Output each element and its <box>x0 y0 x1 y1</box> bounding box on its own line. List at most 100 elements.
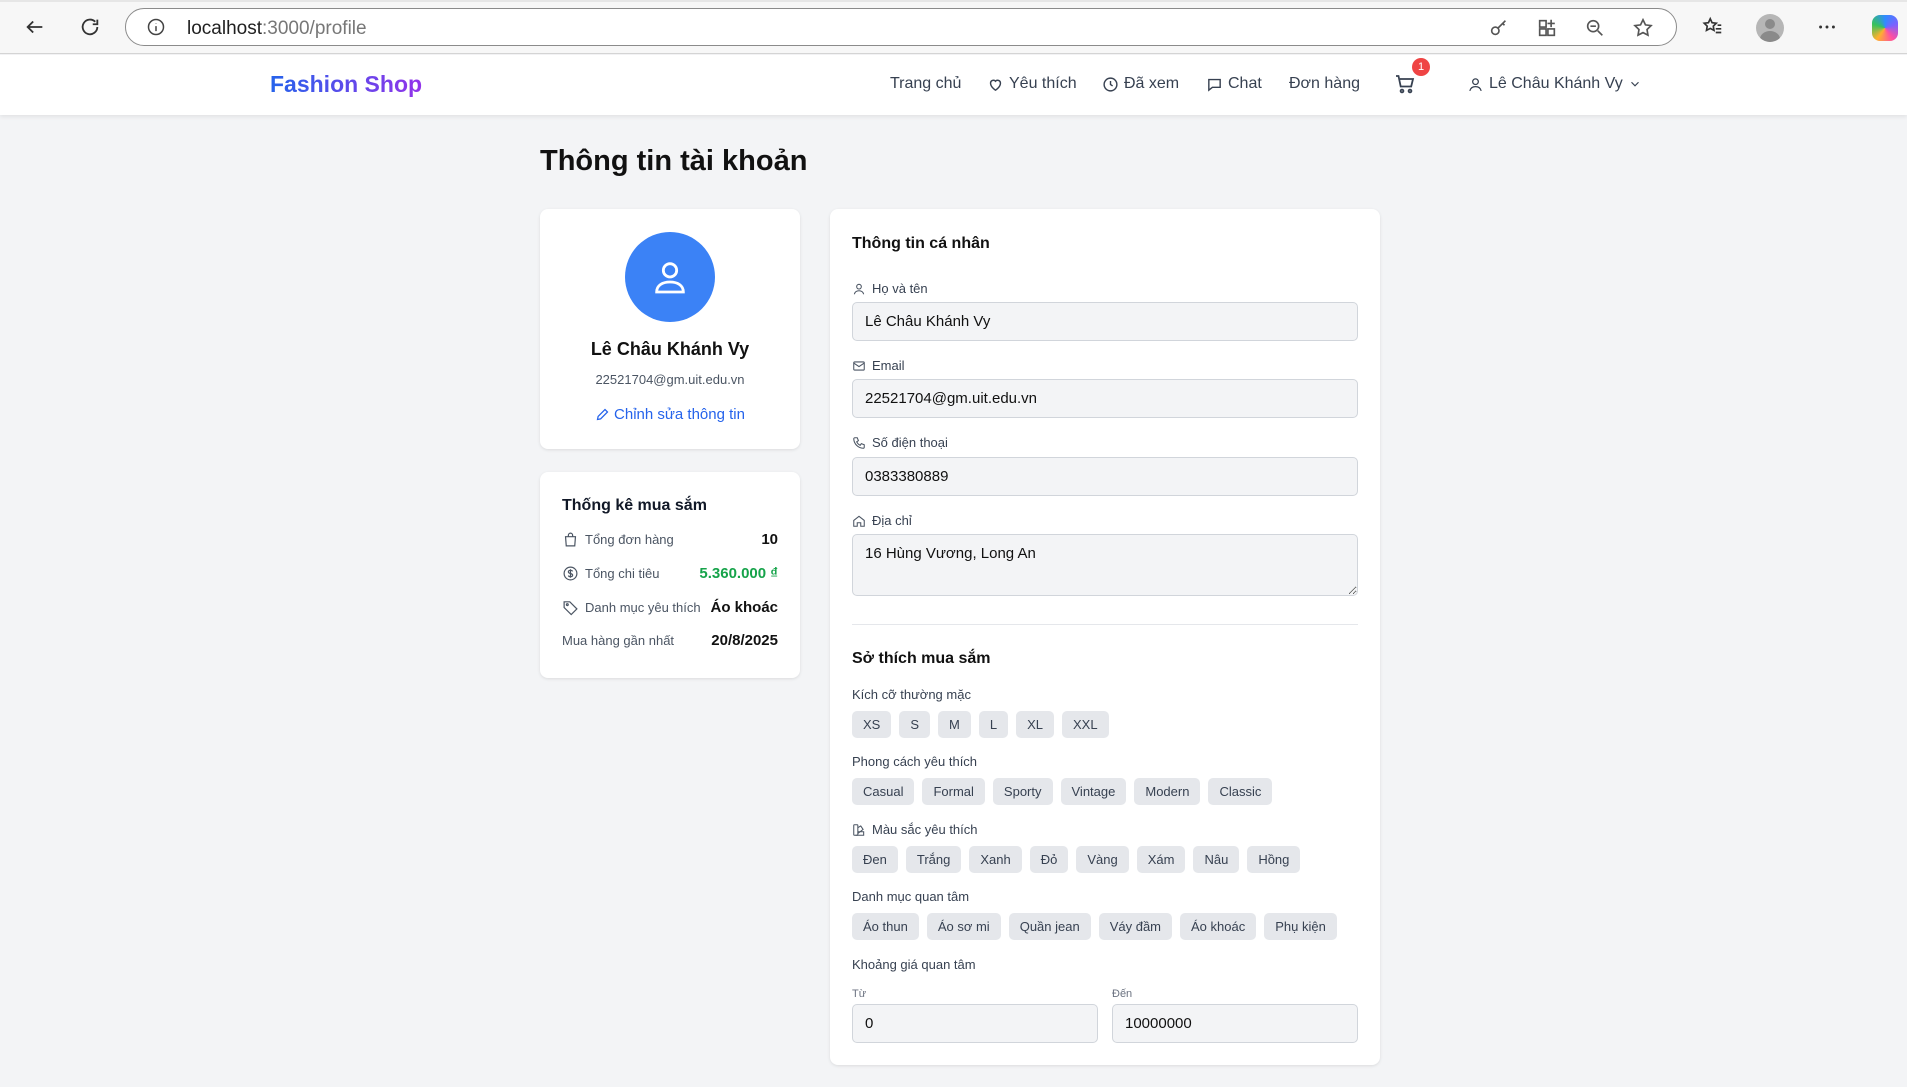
more-icon[interactable] <box>1812 12 1842 42</box>
price-from-input[interactable] <box>852 1004 1098 1043</box>
price-from-label: Từ <box>852 988 867 1000</box>
stat-last-purchase-value: 20/8/2025 <box>711 632 778 649</box>
nav-viewed[interactable]: Đã xem <box>1102 75 1179 93</box>
user-icon <box>853 283 865 294</box>
pencil-icon <box>596 408 609 421</box>
edit-profile-button[interactable]: Chỉnh sửa thông tin <box>540 406 800 423</box>
size-chip[interactable]: M <box>938 711 971 738</box>
stat-favorite-category-value: Áo khoác <box>710 599 778 616</box>
category-chips: Áo thun Áo sơ mi Quần jean Váy đầm Áo kh… <box>852 913 1337 940</box>
nav-favorites[interactable]: Yêu thích <box>987 75 1077 93</box>
color-chip[interactable]: Vàng <box>1076 846 1129 873</box>
color-chip[interactable]: Trắng <box>905 846 962 873</box>
address-bar[interactable]: localhost:3000/profile <box>125 8 1677 46</box>
color-chips: Đen Trắng Xanh Đỏ Vàng Xám Nâu Hồng <box>852 846 1301 873</box>
category-chip[interactable]: Áo sơ mi <box>926 913 1001 940</box>
style-chip[interactable]: Casual <box>852 778 915 805</box>
color-chip[interactable]: Đen <box>852 846 898 873</box>
color-chip[interactable]: Hồng <box>1247 846 1301 873</box>
stat-favorite-category-label: Danh mục yêu thích <box>585 600 701 615</box>
category-chip[interactable]: Áo thun <box>852 913 919 940</box>
nav-chat[interactable]: Chat <box>1206 75 1262 93</box>
key-icon[interactable] <box>1488 17 1510 39</box>
copilot-icon[interactable] <box>1872 15 1898 41</box>
color-chip[interactable]: Xám <box>1136 846 1186 873</box>
email-input[interactable] <box>852 379 1358 418</box>
color-chip[interactable]: Đỏ <box>1029 846 1069 873</box>
user-icon <box>1469 77 1482 91</box>
phone-label: Số điện thoại <box>852 435 948 450</box>
stat-last-purchase: Mua hàng gần nhất 20/8/2025 <box>562 632 778 649</box>
section-divider <box>852 624 1358 625</box>
style-chip[interactable]: Classic <box>1208 778 1273 805</box>
size-chip[interactable]: S <box>899 711 931 738</box>
edit-profile-label: Chỉnh sửa thông tin <box>614 406 745 423</box>
category-label: Danh mục quan tâm <box>852 889 970 904</box>
nav-viewed-label: Đã xem <box>1124 75 1180 92</box>
profile-avatar <box>625 232 715 322</box>
size-chip[interactable]: L <box>978 711 1009 738</box>
phone-label-text: Số điện thoại <box>872 435 948 450</box>
email-label: Email <box>852 358 905 373</box>
color-chip[interactable]: Nâu <box>1193 846 1240 873</box>
url-path: :3000/profile <box>262 18 367 39</box>
browser-toolbar: localhost:3000/profile <box>0 0 1907 54</box>
apps-icon[interactable] <box>1536 17 1558 39</box>
shopping-stats-card: Thống kê mua sắm Tổng đơn hàng 10 Tổng c… <box>540 472 800 678</box>
style-chip[interactable]: Vintage <box>1060 778 1127 805</box>
cart-count-badge: 1 <box>1412 58 1430 76</box>
category-chip[interactable]: Váy đầm <box>1098 913 1173 940</box>
mail-icon <box>853 360 865 371</box>
favorites-list-icon[interactable] <box>1698 12 1728 42</box>
phone-icon <box>853 436 865 449</box>
name-label-text: Họ và tên <box>872 281 928 296</box>
size-chip[interactable]: XL <box>1016 711 1054 738</box>
style-chip[interactable]: Modern <box>1134 778 1201 805</box>
chevron-down-icon <box>1630 81 1639 87</box>
name-label: Họ và tên <box>852 281 928 296</box>
profile-card: Lê Châu Khánh Vy 22521704@gm.uit.edu.vn … <box>540 209 800 449</box>
favorite-star-icon[interactable] <box>1632 17 1654 39</box>
info-icon[interactable] <box>146 17 166 37</box>
address-label: Địa chỉ <box>852 513 912 528</box>
zoom-out-icon[interactable] <box>1584 17 1606 39</box>
color-chip[interactable]: Xanh <box>969 846 1022 873</box>
email-label-text: Email <box>872 358 905 373</box>
page-title: Thông tin tài khoản <box>540 145 808 177</box>
nav-home-label: Trang chủ <box>890 75 962 92</box>
cart-button[interactable] <box>1393 72 1419 98</box>
stat-last-purchase-label: Mua hàng gần nhất <box>562 633 675 648</box>
url-text[interactable]: localhost:3000/profile <box>187 18 367 40</box>
stat-total-spent-value: 5.360.000 ₫ <box>699 565 778 582</box>
nav-home[interactable]: Trang chủ <box>890 75 961 93</box>
price-to-input[interactable] <box>1112 1004 1358 1043</box>
back-icon[interactable] <box>20 12 50 42</box>
stat-total-spent-label: Tổng chi tiêu <box>585 566 660 581</box>
price-range-label: Khoảng giá quan tâm <box>852 957 976 972</box>
refresh-icon[interactable] <box>75 12 105 42</box>
category-chip[interactable]: Phụ kiện <box>1264 913 1337 940</box>
home-icon <box>853 515 865 527</box>
personal-info-title: Thông tin cá nhân <box>852 235 990 252</box>
name-input[interactable] <box>852 302 1358 341</box>
category-chip[interactable]: Quần jean <box>1008 913 1091 940</box>
stat-favorite-category: Danh mục yêu thích Áo khoác <box>562 599 778 616</box>
tab-strip-edge <box>0 0 1907 2</box>
phone-input[interactable] <box>852 457 1358 496</box>
style-label: Phong cách yêu thích <box>852 754 978 769</box>
brand-logo[interactable]: Fashion Shop <box>270 71 422 98</box>
browser-profile-avatar[interactable] <box>1756 14 1784 42</box>
user-menu[interactable]: Lê Châu Khánh Vy <box>1467 75 1642 93</box>
style-chip[interactable]: Formal <box>922 778 985 805</box>
nav-orders[interactable]: Đơn hàng <box>1289 75 1360 93</box>
price-to-label: Đến <box>1112 988 1133 1000</box>
style-chip[interactable]: Sporty <box>992 778 1053 805</box>
clock-icon <box>1103 76 1118 92</box>
size-chip[interactable]: XXL <box>1062 711 1109 738</box>
dollar-circle-icon <box>563 566 578 581</box>
size-chip[interactable]: XS <box>852 711 892 738</box>
category-chip[interactable]: Áo khoác <box>1180 913 1257 940</box>
address-textarea[interactable]: 16 Hùng Vương, Long An <box>852 534 1358 596</box>
stat-total-orders-label: Tổng đơn hàng <box>585 532 674 547</box>
stats-title: Thống kê mua sắm <box>562 497 707 514</box>
